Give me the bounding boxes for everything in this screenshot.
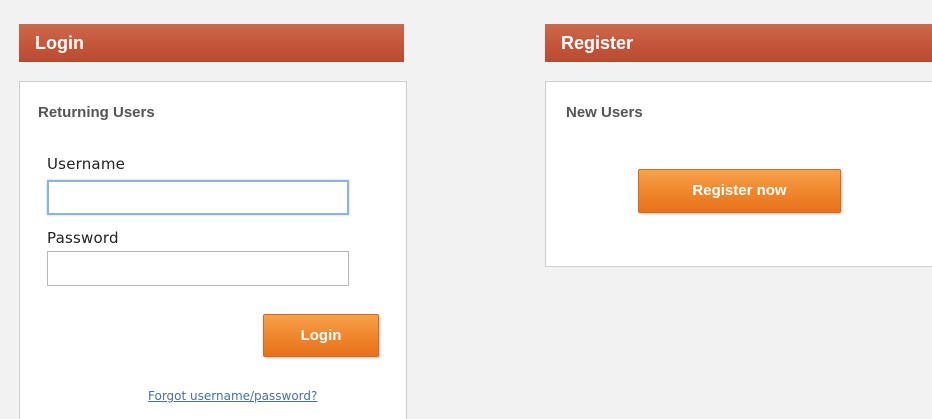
password-input[interactable] xyxy=(47,251,349,286)
register-header-title: Register xyxy=(561,33,634,53)
forgot-credentials-link[interactable]: Forgot username/password? xyxy=(148,389,317,403)
register-header: Register xyxy=(545,24,932,62)
new-users-heading: New Users xyxy=(566,104,643,121)
login-button[interactable]: Login xyxy=(263,314,379,357)
username-label: Username xyxy=(47,155,126,173)
login-header-title: Login xyxy=(35,33,84,53)
login-panel: Returning Users Username Password Login … xyxy=(19,81,407,419)
returning-users-heading: Returning Users xyxy=(38,104,155,121)
register-panel: New Users Register now xyxy=(545,81,932,267)
register-now-button[interactable]: Register now xyxy=(638,169,841,213)
password-label: Password xyxy=(47,229,119,247)
username-input[interactable] xyxy=(47,180,349,215)
login-header: Login xyxy=(19,24,404,62)
